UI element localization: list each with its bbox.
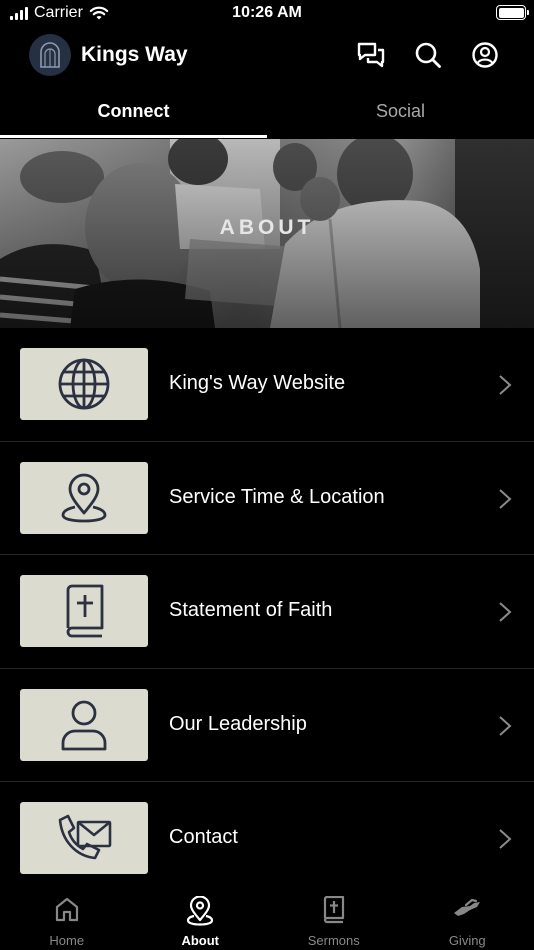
chat-icon xyxy=(357,42,385,68)
list-item-label: Our Leadership xyxy=(169,712,307,735)
top-tabs: Connect Social xyxy=(0,92,534,138)
bottom-tab-bar: Home About Sermons Giving xyxy=(0,880,534,950)
banner-title: ABOUT xyxy=(219,216,315,239)
status-bar: Carrier 10:26 AM xyxy=(0,0,534,28)
globe-icon xyxy=(58,358,110,410)
about-banner: ABOUT xyxy=(0,139,534,328)
list-item-statement-of-faith[interactable]: Statement of Faith xyxy=(0,555,534,669)
chat-button[interactable] xyxy=(356,40,386,70)
nav-giving-label: Giving xyxy=(448,933,486,948)
list-item-icon-tile xyxy=(20,461,148,534)
chevron-right-icon xyxy=(499,715,512,736)
list-item-label: Statement of Faith xyxy=(169,599,333,621)
list-item-icon-tile xyxy=(20,688,148,761)
list-item-label: Service Time & Location xyxy=(169,485,385,508)
list-item-icon-tile xyxy=(20,802,148,874)
chevron-right-icon xyxy=(499,488,512,509)
profile-button[interactable] xyxy=(470,40,500,70)
chevron-right-icon xyxy=(499,829,512,849)
app-title: Kings Way xyxy=(81,43,188,66)
about-menu-list: King's Way Website Service Time & Locati… xyxy=(0,328,534,896)
profile-icon xyxy=(472,42,498,68)
bible-icon xyxy=(66,584,104,638)
list-item-website[interactable]: King's Way Website xyxy=(0,328,534,442)
home-icon xyxy=(55,897,78,922)
person-icon xyxy=(61,700,107,750)
list-item-contact[interactable]: Contact xyxy=(0,782,534,896)
church-logo[interactable] xyxy=(29,34,71,76)
tab-connect-label: Connect xyxy=(97,101,170,121)
bible-icon xyxy=(323,896,344,924)
tab-connect[interactable]: Connect xyxy=(0,92,267,138)
nav-giving[interactable]: Giving xyxy=(401,880,534,950)
phone-mail-icon xyxy=(58,814,112,860)
tab-social-label: Social xyxy=(375,101,426,121)
list-item-icon-tile xyxy=(20,348,148,420)
list-item-label: Contact xyxy=(169,826,238,848)
active-tab-indicator xyxy=(0,135,267,138)
nav-home-label: Home xyxy=(49,933,85,948)
status-time: 10:26 AM xyxy=(232,4,302,21)
chevron-right-icon xyxy=(499,602,512,622)
chevron-right-icon xyxy=(499,375,512,395)
church-window-icon xyxy=(40,42,60,68)
app-header: Kings Way xyxy=(0,30,534,80)
tab-social[interactable]: Social xyxy=(267,92,534,138)
battery-icon xyxy=(496,5,529,20)
list-item-label: King's Way Website xyxy=(169,372,346,394)
list-item-service-time[interactable]: Service Time & Location xyxy=(0,442,534,555)
location-pin-icon xyxy=(187,896,214,926)
nav-sermons-label: Sermons xyxy=(307,933,360,948)
nav-about-label: About xyxy=(181,933,220,948)
nav-about[interactable]: About xyxy=(134,880,268,950)
search-button[interactable] xyxy=(413,40,443,70)
giving-hand-icon xyxy=(454,898,481,916)
nav-sermons[interactable]: Sermons xyxy=(267,880,401,950)
list-item-our-leadership[interactable]: Our Leadership xyxy=(0,669,534,782)
location-pin-icon xyxy=(61,473,107,522)
search-icon xyxy=(415,42,441,68)
nav-home[interactable]: Home xyxy=(0,880,134,950)
list-item-icon-tile xyxy=(20,575,148,647)
